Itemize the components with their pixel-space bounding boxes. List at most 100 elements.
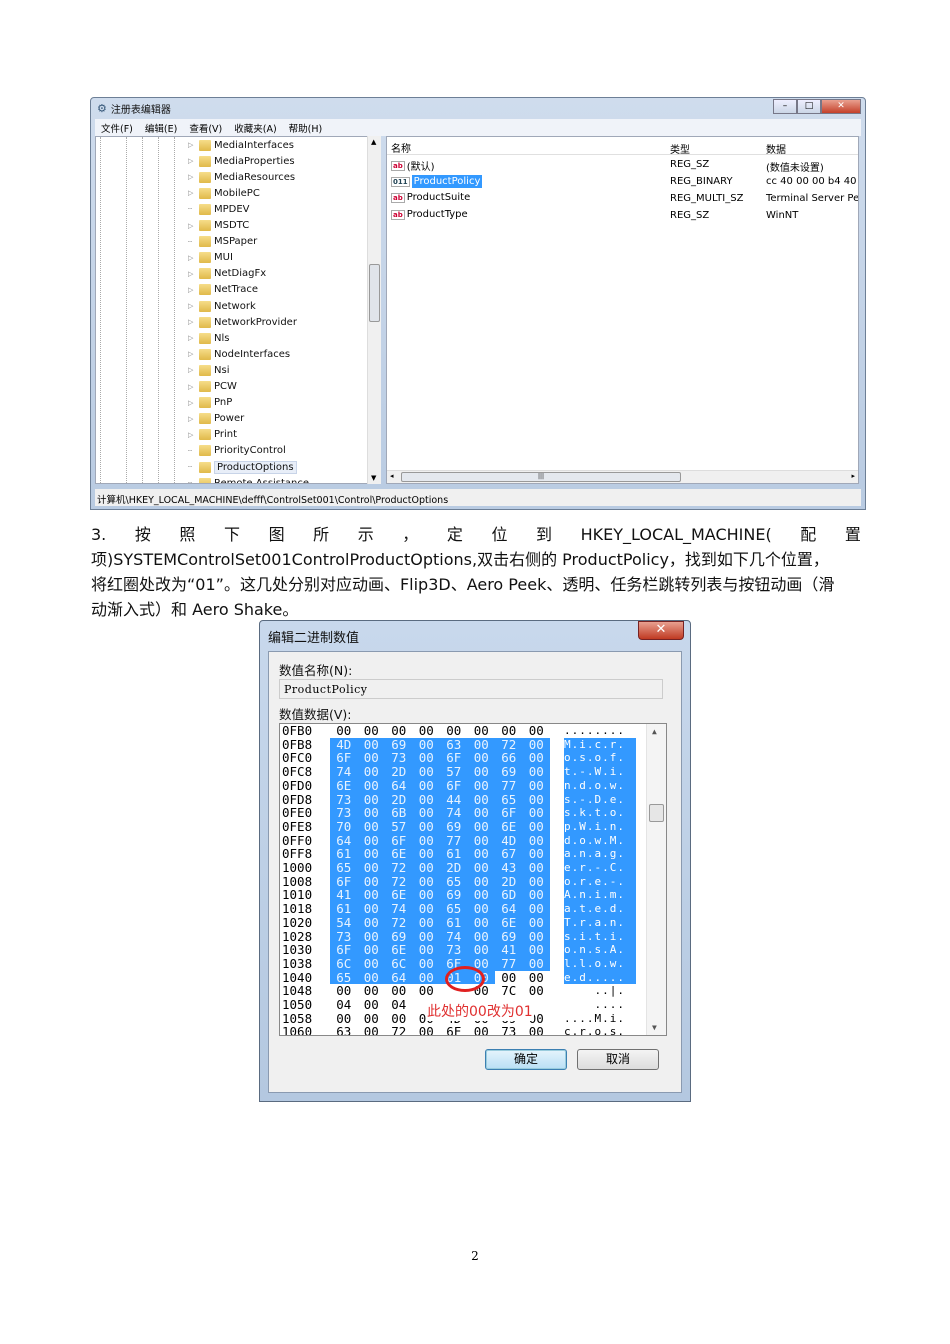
hex-byte[interactable]: 00 <box>357 792 385 807</box>
column-name[interactable]: 名称 <box>391 140 411 155</box>
hex-byte[interactable]: 00 <box>357 833 385 848</box>
tree-item[interactable]: ▷ NetworkProvider <box>188 314 297 330</box>
expand-arrow-icon[interactable]: ▷ <box>188 157 196 165</box>
hex-byte[interactable]: 00 <box>522 806 550 820</box>
hex-byte[interactable]: 74 <box>440 806 468 820</box>
cancel-button[interactable]: 取消 <box>577 1049 659 1070</box>
hex-byte[interactable]: 64 <box>495 902 523 916</box>
hex-byte[interactable]: 6F <box>330 874 358 889</box>
hex-byte[interactable]: 00 <box>467 833 495 848</box>
hex-byte[interactable]: 00 <box>412 806 440 820</box>
hex-byte[interactable]: 00 <box>357 806 385 820</box>
tree-item[interactable]: ▷ MediaResources <box>188 169 295 185</box>
hex-byte[interactable]: 00 <box>467 737 495 752</box>
expand-arrow-icon[interactable]: ▷ <box>188 318 196 326</box>
hex-byte[interactable]: 04 <box>385 998 413 1012</box>
hex-byte[interactable]: 00 <box>357 751 385 766</box>
hex-byte[interactable]: 00 <box>385 984 413 998</box>
hex-byte[interactable]: 64 <box>385 779 413 793</box>
expand-arrow-icon[interactable]: ▷ <box>188 270 196 278</box>
tree-item[interactable]: ┄ PriorityControl <box>188 443 286 459</box>
hex-ascii[interactable]: o.r.e.-. <box>564 874 636 889</box>
hex-byte[interactable]: 61 <box>330 902 358 916</box>
hex-byte[interactable]: 00 <box>522 902 550 916</box>
hex-ascii[interactable]: s.i.t.i. <box>564 929 636 944</box>
hex-byte[interactable]: 61 <box>440 916 468 930</box>
hex-byte[interactable]: 00 <box>412 737 440 752</box>
hex-byte[interactable]: 00 <box>523 984 551 998</box>
hex-byte[interactable]: 6F <box>330 751 358 766</box>
hex-byte[interactable]: 72 <box>385 1025 413 1035</box>
hex-byte[interactable]: 2D <box>385 765 413 779</box>
tree-item[interactable]: ┄ MSPaper <box>188 234 257 250</box>
hex-byte[interactable]: 00 <box>412 833 440 848</box>
hex-byte[interactable]: 00 <box>522 916 550 930</box>
tree-item[interactable]: ▷ Nsi <box>188 362 229 378</box>
hex-byte[interactable]: 00 <box>522 833 550 848</box>
hex-byte[interactable]: 00 <box>413 724 441 738</box>
hex-byte[interactable]: 65 <box>440 874 468 889</box>
expand-arrow-icon[interactable]: ▷ <box>188 302 196 310</box>
hex-byte[interactable]: 00 <box>467 792 495 807</box>
hex-ascii[interactable]: .... <box>564 998 636 1012</box>
hex-byte[interactable]: 00 <box>523 724 551 738</box>
menu-item[interactable]: 收藏夹(A) <box>234 121 276 135</box>
hex-byte[interactable]: 00 <box>357 888 385 903</box>
hex-byte[interactable]: 6E <box>385 847 413 861</box>
hex-byte[interactable]: 6F <box>330 943 358 957</box>
hex-byte[interactable]: 77 <box>495 779 523 793</box>
hex-ascii[interactable]: s.-.D.e. <box>564 792 636 807</box>
hex-byte[interactable]: 41 <box>330 888 358 903</box>
tree-item[interactable]: ▷ NodeInterfaces <box>188 346 290 362</box>
expand-arrow-icon[interactable]: ▷ <box>188 141 196 149</box>
hex-byte[interactable]: 61 <box>440 847 468 861</box>
hex-ascii[interactable]: e.r.-.C. <box>564 861 636 875</box>
hex-byte[interactable]: 00 <box>522 861 550 875</box>
hex-byte[interactable]: 00 <box>358 724 386 738</box>
hex-byte[interactable]: 00 <box>413 1025 441 1035</box>
expand-arrow-icon[interactable]: ▷ <box>188 222 196 230</box>
hex-byte[interactable]: 72 <box>385 874 413 889</box>
hex-byte[interactable]: 00 <box>357 765 385 779</box>
hex-byte[interactable]: 41 <box>495 943 523 957</box>
tree-item[interactable]: ▷ Power <box>188 411 244 427</box>
hex-byte[interactable]: 64 <box>330 833 358 848</box>
minimize-button[interactable]: – <box>773 99 797 114</box>
ok-button[interactable]: 确定 <box>485 1049 567 1070</box>
hex-byte[interactable]: 00 <box>467 847 495 861</box>
menu-item[interactable]: 编辑(E) <box>145 121 177 135</box>
hex-byte[interactable]: 00 <box>522 943 550 957</box>
hex-byte[interactable]: 00 <box>468 1025 496 1035</box>
hex-byte[interactable]: 63 <box>440 737 468 752</box>
hex-ascii[interactable]: ..|. <box>564 984 636 998</box>
hex-byte[interactable]: 6F <box>440 1025 468 1035</box>
hex-byte[interactable]: 6F <box>495 806 523 820</box>
hex-byte[interactable]: 00 <box>523 970 551 985</box>
menu-item[interactable]: 帮助(H) <box>289 121 323 135</box>
hex-byte[interactable]: 00 <box>523 1025 551 1035</box>
hex-byte[interactable]: 65 <box>440 902 468 916</box>
hex-byte[interactable]: 00 <box>522 847 550 861</box>
hex-byte[interactable]: 00 <box>357 929 385 944</box>
hex-byte[interactable]: 00 <box>495 970 523 985</box>
hex-editor[interactable]: ▲ ▼ 0FB0 00 00 00 00 00 00 00 00........ 0FB8 4D 00 6… <box>279 723 667 1036</box>
tree-item[interactable]: ┄ MPDEV <box>188 201 250 217</box>
hex-byte[interactable]: 00 <box>358 1011 386 1026</box>
close-button[interactable]: ✕ <box>821 99 861 114</box>
hex-byte[interactable]: 74 <box>385 902 413 916</box>
hex-byte[interactable]: 00 <box>412 916 440 930</box>
menu-item[interactable]: 文件(F) <box>101 121 133 135</box>
hex-byte[interactable]: 6E <box>385 943 413 957</box>
hex-byte[interactable]: 00 <box>357 779 385 793</box>
hex-byte[interactable]: 00 <box>412 888 440 903</box>
hex-byte[interactable]: 00 <box>412 943 440 957</box>
tree-item[interactable]: ▷ Print <box>188 427 237 443</box>
maximize-button[interactable]: □ <box>797 99 821 114</box>
hex-byte[interactable]: 69 <box>495 765 523 779</box>
expand-arrow-icon[interactable]: ▷ <box>188 366 196 374</box>
hex-byte[interactable]: 00 <box>467 861 495 875</box>
hex-byte[interactable]: 00 <box>385 724 413 738</box>
hex-byte[interactable]: 00 <box>357 943 385 957</box>
hex-byte[interactable]: 73 <box>440 943 468 957</box>
hex-byte[interactable]: 6E <box>385 888 413 903</box>
